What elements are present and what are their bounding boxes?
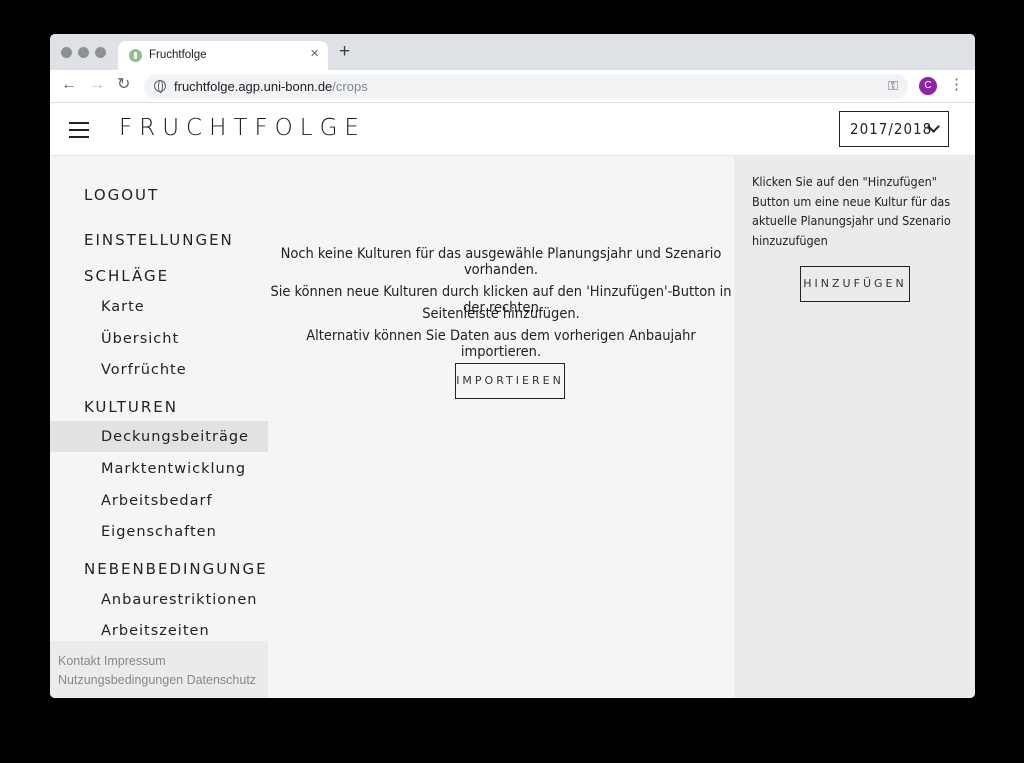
nav-item-properties[interactable]: Eigenschaften (101, 524, 217, 540)
year-select-value: 2017/2018 (850, 120, 933, 138)
url-host: fruchtfolge.agp.uni-bonn.de (174, 79, 333, 94)
url-path: /crops (332, 79, 368, 94)
favicon-icon (129, 49, 142, 62)
profile-avatar[interactable]: C (919, 77, 937, 95)
browser-window: Fruchtfolge × + ← → ↻ fruchtfolge.agp.un… (50, 34, 975, 698)
empty-message: Noch keine Kulturen für das ausgewähle P… (280, 246, 722, 278)
nav-item-overview[interactable]: Übersicht (101, 331, 179, 347)
brand-title: FRUCHTFOLGE (119, 115, 366, 141)
maximize-window-button[interactable] (95, 47, 106, 58)
nav-item-market-development[interactable]: Marktentwicklung (101, 461, 246, 477)
new-tab-button[interactable]: + (339, 42, 350, 61)
sidebar-nav: LOGOUT EINSTELLUNGEN SCHLÄGE Karte Übers… (50, 156, 279, 641)
nav-item-working-times[interactable]: Arbeitszeiten (101, 623, 210, 639)
app-header: FRUCHTFOLGE 2017/2018 (50, 103, 975, 156)
tab-close-icon[interactable]: × (310, 46, 319, 61)
key-icon[interactable]: ⚿ (888, 78, 898, 94)
tab-strip: Fruchtfolge × + (50, 34, 975, 70)
nav-item-previous-crops[interactable]: Vorfrüchte (101, 362, 187, 378)
web-page: FRUCHTFOLGE 2017/2018 LOGOUT EINSTELLUNG… (50, 103, 975, 698)
main-content: Noch keine Kulturen für das ausgewähle P… (268, 156, 734, 698)
browser-tab[interactable]: Fruchtfolge × (118, 41, 328, 70)
minimize-window-button[interactable] (78, 47, 89, 58)
right-sidebar: Klicken Sie auf den "Hinzufügen" Button … (734, 156, 975, 698)
reload-icon[interactable]: ↻ (117, 76, 130, 94)
nav-fields-header[interactable]: SCHLÄGE (84, 267, 169, 285)
nav-logout[interactable]: LOGOUT (84, 186, 159, 204)
site-info-icon[interactable] (154, 80, 166, 93)
url-text[interactable]: fruchtfolge.agp.uni-bonn.de/crops (174, 79, 368, 94)
nav-crops-header[interactable]: KULTUREN (84, 398, 178, 416)
close-window-button[interactable] (61, 47, 72, 58)
nav-item-labour-demand[interactable]: Arbeitsbedarf (101, 493, 213, 509)
import-button[interactable]: IMPORTIEREN (455, 363, 565, 399)
back-arrow-icon[interactable]: ← (61, 76, 77, 94)
nav-item-cultivation-restrictions[interactable]: Anbaurestriktionen (101, 592, 257, 608)
add-button[interactable]: HINZUFÜGEN (800, 266, 910, 302)
hint-line-2: Seitenleiste hinzufügen. (422, 306, 580, 322)
add-hint-text: Klicken Sie auf den "Hinzufügen" Button … (752, 174, 951, 248)
hamburger-menu-icon[interactable] (69, 122, 89, 138)
address-bar[interactable]: fruchtfolge.agp.uni-bonn.de/crops ⚿ (144, 74, 908, 99)
nav-settings[interactable]: EINSTELLUNGEN (84, 231, 234, 249)
nav-item-map[interactable]: Karte (101, 299, 145, 315)
browser-toolbar: ← → ↻ fruchtfolge.agp.uni-bonn.de/crops … (50, 70, 975, 103)
footer-links-1[interactable]: Kontakt Impressum (58, 654, 166, 668)
year-select[interactable]: 2017/2018 (839, 111, 949, 147)
browser-menu-icon[interactable]: ⋮ (949, 76, 964, 94)
hint-line-3: Alternativ können Sie Daten aus dem vorh… (306, 328, 696, 360)
footer-links-2[interactable]: Nutzungsbedingungen Datenschutz (58, 673, 256, 687)
nav-constraints-header[interactable]: NEBENBEDINGUNGEN (84, 560, 281, 578)
sidebar: LOGOUT EINSTELLUNGEN SCHLÄGE Karte Übers… (50, 156, 279, 698)
forward-arrow-icon[interactable]: → (89, 76, 105, 94)
tab-title: Fruchtfolge (149, 49, 207, 61)
nav-item-contribution-margins[interactable]: Deckungsbeiträge (101, 429, 249, 445)
